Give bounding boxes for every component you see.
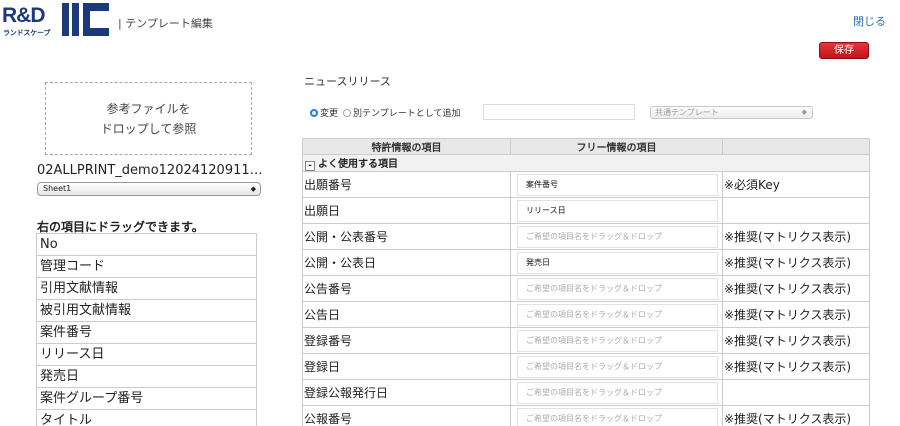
source-item[interactable]: 管理コード: [36, 256, 257, 278]
patent-field-label: 登録公報発行日: [302, 379, 511, 406]
patent-field-label: 登録番号: [302, 327, 511, 354]
save-mode-radios: 変更 別テンプレートとして追加: [310, 106, 465, 119]
field-note: [722, 197, 870, 224]
free-field-cell: ご希望の項目名をドラッグ＆ドロップ: [510, 405, 723, 426]
table-row: 公開・公表番号 ご希望の項目名をドラッグ＆ドロップ ※推奨(マトリクス表示): [302, 223, 870, 250]
logo-mark-icon: [62, 3, 109, 36]
table-row: 公告日 ご希望の項目名をドラッグ＆ドロップ ※推奨(マトリクス表示): [302, 301, 870, 328]
field-note: ※推奨(マトリクス表示): [722, 275, 870, 302]
free-field-cell: ご希望の項目名をドラッグ＆ドロップ: [510, 327, 723, 354]
free-field-drop-target[interactable]: ご希望の項目名をドラッグ＆ドロップ: [517, 225, 718, 248]
select-arrows-icon: ◆: [801, 108, 807, 116]
field-note: ※推奨(マトリクス表示): [722, 249, 870, 276]
col-header-note: [722, 138, 870, 155]
drop-zone-line2: ドロップして参照: [100, 122, 197, 136]
new-template-name-input[interactable]: [483, 104, 635, 120]
patent-field-label: 公開・公表番号: [302, 223, 511, 250]
field-note: ※推奨(マトリクス表示): [722, 327, 870, 354]
radio-add-as-new-label[interactable]: 別テンプレートとして追加: [353, 106, 460, 119]
table-row: 公報番号 ご希望の項目名をドラッグ＆ドロップ ※推奨(マトリクス表示): [302, 405, 870, 426]
radio-add-as-new[interactable]: [343, 108, 352, 117]
free-field-drop-target[interactable]: 発売日: [517, 251, 718, 274]
reference-filename: 02ALLPRINT_demo12024120911…: [37, 163, 262, 178]
source-item[interactable]: 案件グループ番号: [36, 388, 257, 410]
logo-text: R&D: [2, 4, 45, 27]
save-button[interactable]: 保存: [819, 42, 869, 59]
source-item[interactable]: 引用文献情報: [36, 278, 257, 300]
table-row: 出願日 リリース日: [302, 197, 870, 224]
free-field-drop-target[interactable]: ご希望の項目名をドラッグ＆ドロップ: [517, 277, 718, 300]
source-item-list: No 管理コード 引用文献情報 被引用文献情報 案件番号 リリース日 発売日 案件グループ番号…: [36, 233, 257, 426]
table-row: 登録日 ご希望の項目名をドラッグ＆ドロップ ※推奨(マトリクス表示): [302, 353, 870, 380]
field-note: ※必須Key: [722, 171, 870, 198]
source-item[interactable]: 被引用文献情報: [36, 300, 257, 322]
patent-field-label: 公報番号: [302, 405, 511, 426]
free-field-cell: ご希望の項目名をドラッグ＆ドロップ: [510, 353, 723, 380]
field-note: ※推奨(マトリクス表示): [722, 353, 870, 380]
table-row: 公告番号 ご希望の項目名をドラッグ＆ドロップ ※推奨(マトリクス表示): [302, 275, 870, 302]
field-note: ※推奨(マトリクス表示): [722, 301, 870, 328]
select-arrows-icon: ◆: [250, 185, 256, 193]
reference-file-drop-zone[interactable]: 参考ファイルを ドロップして参照: [45, 82, 252, 155]
collapse-toggle-icon[interactable]: -: [305, 161, 315, 171]
patent-field-label: 出願番号: [302, 171, 511, 198]
patent-field-label: 登録日: [302, 353, 511, 380]
common-template-select-value: 共通テンプレート: [655, 108, 719, 117]
field-note: ※推奨(マトリクス表示): [722, 223, 870, 250]
field-note: ※推奨(マトリクス表示): [722, 405, 870, 426]
field-note: [722, 379, 870, 406]
logo-subtext: ランドスケープ: [3, 29, 51, 37]
free-field-cell: ご希望の項目名をドラッグ＆ドロップ: [510, 301, 723, 328]
free-field-cell: ご希望の項目名をドラッグ＆ドロップ: [510, 379, 723, 406]
group-label: よく使用する項目: [318, 159, 398, 170]
table-row: 出願番号 案件番号 ※必須Key: [302, 171, 870, 198]
patent-field-label: 公開・公表日: [302, 249, 511, 276]
table-row: 登録番号 ご希望の項目名をドラッグ＆ドロップ ※推奨(マトリクス表示): [302, 327, 870, 354]
source-item[interactable]: 発売日: [36, 366, 257, 388]
patent-field-label: 公告番号: [302, 275, 511, 302]
source-item[interactable]: 案件番号: [36, 322, 257, 344]
group-row: - よく使用する項目: [302, 154, 870, 172]
free-field-cell: 案件番号: [510, 171, 723, 198]
source-item[interactable]: No: [36, 234, 257, 256]
free-field-drop-target[interactable]: 案件番号: [517, 173, 718, 196]
drop-zone-line1: 参考ファイルを: [106, 102, 191, 116]
col-header-patent: 特許情報の項目: [302, 138, 511, 155]
sheet-select-value: Sheet1: [43, 184, 72, 193]
field-mapping-table: 特許情報の項目 フリー情報の項目 - よく使用する項目 出願番号 案件番号 ※必須Ke…: [302, 138, 870, 426]
source-item[interactable]: タイトル: [36, 410, 257, 426]
source-item[interactable]: リリース日: [36, 344, 257, 366]
template-name: ニュースリリース: [304, 75, 391, 88]
sheet-select[interactable]: Sheet1 ◆: [37, 182, 261, 196]
radio-change-label[interactable]: 変更: [320, 106, 338, 119]
patent-field-label: 公告日: [302, 301, 511, 328]
free-field-cell: リリース日: [510, 197, 723, 224]
page-title: | テンプレート編集: [118, 17, 213, 30]
table-row: 登録公報発行日 ご希望の項目名をドラッグ＆ドロップ: [302, 379, 870, 406]
col-header-free: フリー情報の項目: [510, 138, 723, 155]
free-field-drop-target[interactable]: ご希望の項目名をドラッグ＆ドロップ: [517, 303, 718, 326]
free-field-drop-target[interactable]: ご希望の項目名をドラッグ＆ドロップ: [517, 355, 718, 378]
table-row: 公開・公表日 発売日 ※推奨(マトリクス表示): [302, 249, 870, 276]
free-field-cell: ご希望の項目名をドラッグ＆ドロップ: [510, 275, 723, 302]
free-field-drop-target[interactable]: ご希望の項目名をドラッグ＆ドロップ: [517, 329, 718, 352]
free-field-drop-target[interactable]: リリース日: [517, 199, 718, 222]
free-field-drop-target[interactable]: ご希望の項目名をドラッグ＆ドロップ: [517, 407, 718, 426]
group-frequently-used: - よく使用する項目: [302, 154, 870, 172]
table-header-row: 特許情報の項目 フリー情報の項目: [302, 138, 870, 155]
common-template-select[interactable]: 共通テンプレート ◆: [650, 106, 813, 119]
close-link[interactable]: 閉じる: [853, 13, 886, 29]
free-field-cell: ご希望の項目名をドラッグ＆ドロップ: [510, 223, 723, 250]
patent-field-label: 出願日: [302, 197, 511, 224]
template-editor: R&D ランドスケープ | テンプレート編集 閉じる 保存 参考ファイルを ドロ…: [0, 0, 900, 426]
free-field-drop-target[interactable]: ご希望の項目名をドラッグ＆ドロップ: [517, 381, 718, 404]
free-field-cell: 発売日: [510, 249, 723, 276]
logo: R&D ランドスケープ: [2, 0, 110, 40]
radio-change[interactable]: [310, 108, 318, 117]
